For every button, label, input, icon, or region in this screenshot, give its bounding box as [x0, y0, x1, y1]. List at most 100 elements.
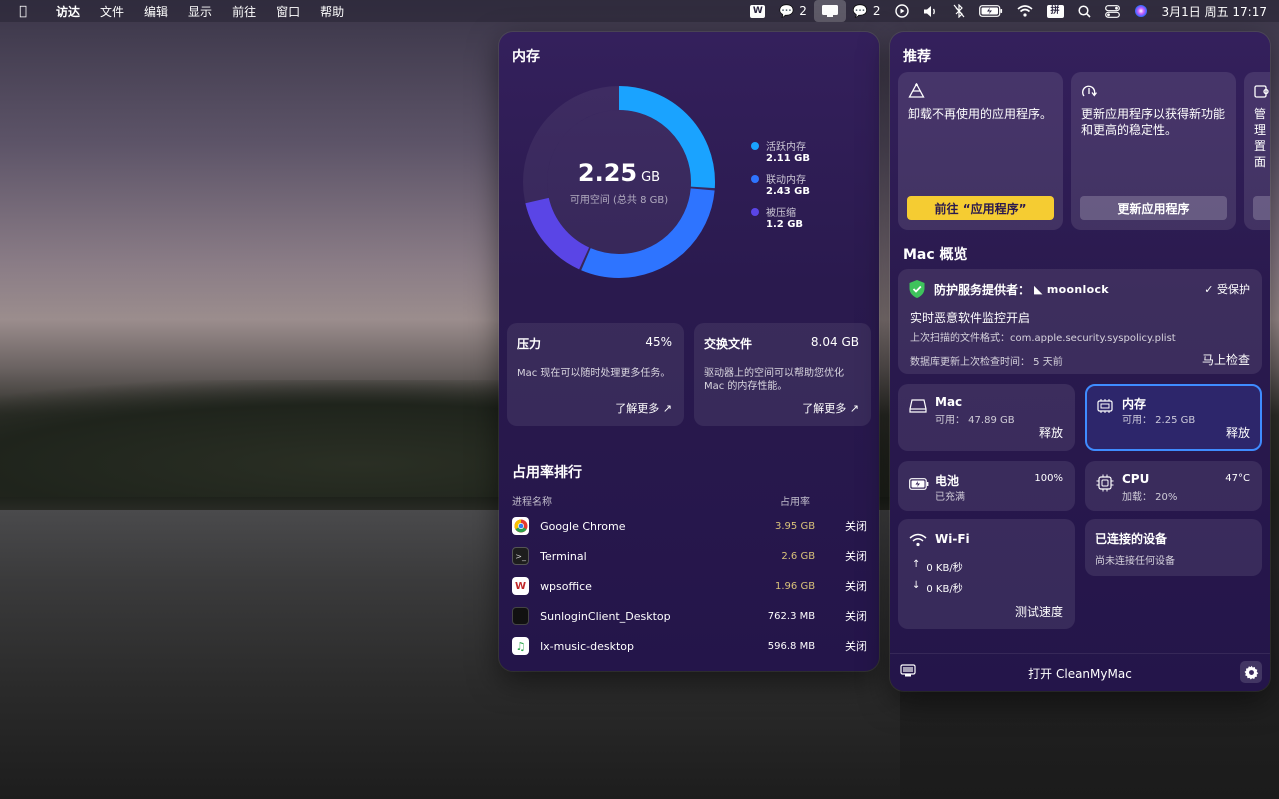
menu-view[interactable]: 显示 — [178, 3, 222, 20]
free-up-memory-button[interactable]: 释放 — [1226, 424, 1250, 441]
ranking-title: 占用率排行 — [512, 465, 582, 481]
disk-icon — [909, 399, 927, 413]
terminal-icon: >_ — [512, 547, 530, 565]
wechat-icon: 💬 — [779, 4, 795, 18]
siri-icon[interactable] — [1127, 0, 1155, 22]
recommend-text: 更新应用程序以获得新功能和更高的稳定性。 — [1081, 107, 1226, 137]
mac-storage-tile[interactable]: Mac 可用： 47.89 GB 释放 — [898, 384, 1075, 451]
battery-icon[interactable] — [972, 0, 1010, 22]
apps-icon — [908, 83, 925, 98]
table-row: SunloginClient_Desktop 762.3 MB 关闭 — [512, 601, 867, 631]
check-icon: ✓ — [1204, 283, 1214, 296]
memory-tile[interactable]: 内存 可用： 2.25 GB 释放 — [1085, 384, 1262, 451]
settings-button[interactable] — [1240, 661, 1262, 683]
close-process-button[interactable]: 关闭 — [829, 518, 867, 534]
bluetooth-off-icon[interactable] — [946, 0, 972, 22]
memory-tile-title: 内存 — [1122, 397, 1147, 411]
close-process-button[interactable]: 关闭 — [829, 638, 867, 654]
wechat-status-2[interactable]: 💬 2 — [846, 0, 888, 22]
process-usage: 3.95 GB — [775, 520, 816, 532]
process-name: Terminal — [540, 549, 587, 563]
legend-dot — [751, 175, 759, 183]
volume-icon[interactable] — [916, 0, 946, 22]
clock[interactable]: 3月1日 周五 17:17 — [1155, 0, 1279, 22]
process-name: lx-music-desktop — [540, 639, 634, 653]
process-name: SunloginClient_Desktop — [540, 609, 671, 623]
cpu-temperature: 47°C — [1225, 473, 1250, 484]
open-cleanmymac-button[interactable]: 打开 CleanMyMac — [890, 665, 1270, 682]
memory-tile-sub: 可用： 2.25 GB — [1122, 415, 1196, 426]
protection-headline: 实时恶意软件监控开启 — [910, 311, 1031, 325]
update-applications-button[interactable]: 更新应用程序 — [1080, 196, 1227, 220]
table-row: >_ Terminal 2.6 GB 关闭 — [512, 541, 867, 571]
battery-tile-title: 电池 — [935, 474, 960, 488]
wechat-status-1[interactable]: 💬 2 — [772, 0, 814, 22]
legend-dot — [751, 208, 759, 216]
test-speed-button[interactable]: 测试速度 — [1015, 603, 1063, 620]
memory-legend: 活跃内存 2.11 GB 联动内存 2.43 GB 被压缩 1.2 GB — [751, 138, 810, 237]
go-to-applications-button[interactable]: 前往 “应用程序” — [907, 196, 1054, 220]
battery-tile[interactable]: 电池 已充满 100% — [898, 461, 1075, 511]
sunlogin-icon — [512, 607, 530, 625]
control-center-icon[interactable] — [1098, 0, 1127, 22]
menu-bar:  访达 文件 编辑 显示 前往 窗口 帮助 W 💬 2 💬 2 — [0, 0, 1279, 22]
check-now-button[interactable]: 马上检查 — [1202, 351, 1250, 368]
legend-dot — [751, 142, 759, 150]
battery-tile-sub: 已充满 — [935, 492, 965, 503]
footer-divider — [890, 653, 1270, 654]
menu-file[interactable]: 文件 — [90, 3, 134, 20]
memory-chip-icon — [1097, 399, 1113, 413]
swap-text: 驱动器上的空间可以帮助您优化 Mac 的内存性能。 — [704, 368, 844, 392]
wechat-count: 2 — [872, 4, 881, 18]
protection-last-scan: 上次扫描的文件格式：com.apple.security.syspolicy.p… — [910, 333, 1176, 344]
process-usage: 1.96 GB — [775, 580, 816, 592]
menu-help[interactable]: 帮助 — [310, 3, 354, 20]
close-process-button[interactable]: 关闭 — [829, 578, 867, 594]
spotlight-search-icon[interactable] — [1071, 0, 1098, 22]
pressure-learn-more-link[interactable]: 了解更多 ↗ — [615, 400, 672, 416]
ranking-col-name: 进程名称 — [512, 497, 552, 508]
mac-overview-title: Mac 概览 — [903, 247, 968, 263]
lx-music-icon: ♫ — [512, 637, 530, 655]
close-process-button[interactable]: 关闭 — [829, 548, 867, 564]
battery-level: 100% — [1034, 473, 1063, 484]
memory-panel: 内存 2.25 GB 可用空间 (总共 8 GB) 活跃内存 2.11 GB 联动内… — [499, 32, 879, 671]
close-process-button[interactable]: 关闭 — [829, 608, 867, 624]
menu-app-name[interactable]: 访达 — [46, 3, 90, 20]
devices-title: 已连接的设备 — [1095, 532, 1168, 546]
menu-window[interactable]: 窗口 — [266, 3, 310, 20]
menu-go[interactable]: 前往 — [222, 3, 266, 20]
memory-panel-title: 内存 — [512, 49, 540, 65]
process-usage: 762.3 MB — [767, 610, 816, 622]
wifi-icon[interactable] — [1010, 0, 1040, 22]
swap-card: 交换文件 8.04 GB 驱动器上的空间可以帮助您优化 Mac 的内存性能。 了… — [694, 323, 871, 426]
cpu-tile[interactable]: CPU 加载： 20% 47°C — [1085, 461, 1262, 511]
pressure-value: 45% — [645, 335, 672, 349]
recommend-card-partial: 管理置面 — [1244, 72, 1270, 230]
swap-learn-more-link[interactable]: 了解更多 ↗ — [802, 400, 859, 416]
table-row: W wpsoffice 1.96 GB 关闭 — [512, 571, 867, 601]
wechat-count: 2 — [799, 4, 807, 18]
pressure-card: 压力 45% Mac 现在可以随时处理更多任务。 了解更多 ↗ — [507, 323, 684, 426]
cleanmymac-menu-icon[interactable] — [813, 0, 846, 22]
apple-icon[interactable]:  — [0, 4, 46, 19]
input-method-indicator[interactable]: 拼 — [1040, 0, 1071, 22]
chrome-icon — [512, 517, 530, 535]
recommend-partial-button[interactable] — [1253, 196, 1270, 220]
protection-status: ✓ 受保护 — [1204, 283, 1250, 296]
wechat-icon: 💬 — [852, 4, 868, 18]
free-up-storage-button[interactable]: 释放 — [1039, 424, 1063, 441]
menu-edit[interactable]: 编辑 — [134, 3, 178, 20]
table-row: Google Chrome 3.95 GB 关闭 — [512, 511, 867, 541]
play-icon[interactable] — [888, 0, 916, 22]
wps-icon[interactable]: W — [743, 0, 772, 22]
process-name: Google Chrome — [540, 519, 626, 533]
connected-devices-tile[interactable]: 已连接的设备 尚未连接任何设备 — [1085, 519, 1262, 576]
table-row: ♫ lx-music-desktop 596.8 MB 关闭 — [512, 631, 867, 661]
update-icon — [1082, 85, 1097, 97]
moonlock-logo: ◣ moonlock — [1034, 283, 1109, 296]
cpu-tile-title: CPU — [1122, 472, 1150, 486]
recommend-card-update: 更新应用程序以获得新功能和更高的稳定性。 更新应用程序 — [1071, 72, 1236, 230]
battery-charging-icon — [909, 478, 929, 490]
arrow-up-icon: ↑ — [912, 559, 921, 570]
